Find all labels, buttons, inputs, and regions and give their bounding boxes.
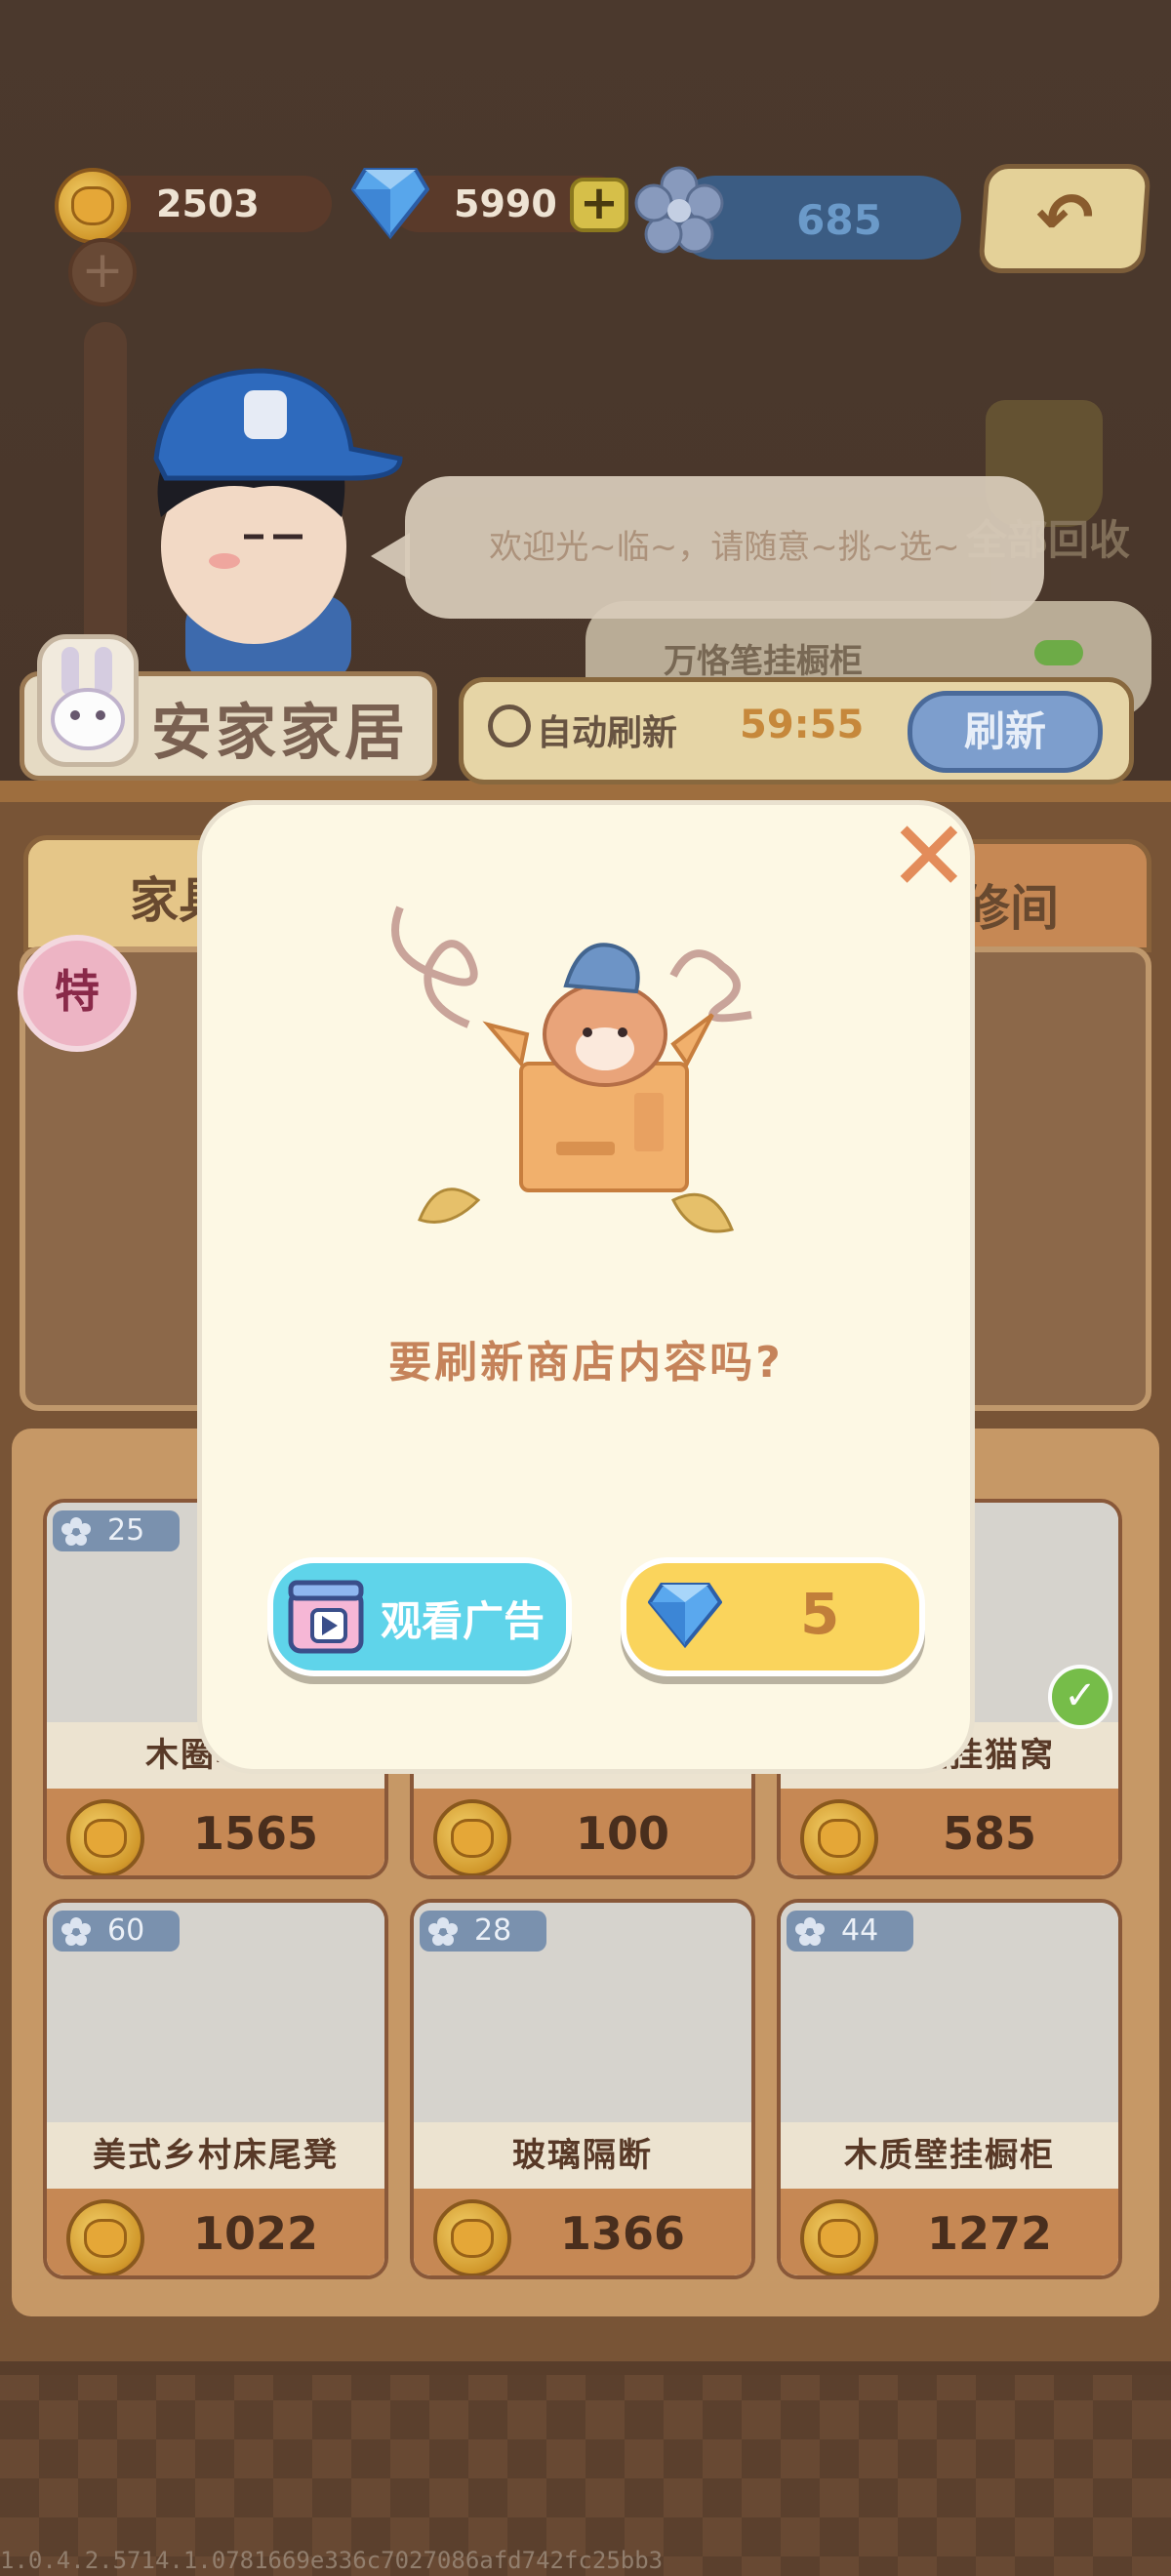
gem-icon: [647, 1581, 723, 1653]
video-ad-icon: [285, 1575, 369, 1659]
close-icon[interactable]: ✕: [888, 808, 970, 906]
build-id: 1.0.4.2.5714.1.0781669e336c7027086afd742…: [0, 2547, 664, 2574]
gem-cost: 5: [800, 1581, 840, 1647]
dialog-question: 要刷新商店内容吗?: [388, 1338, 784, 1388]
watch-ad-label: 观看广告: [381, 1597, 545, 1645]
cat-in-box-illustration: [381, 898, 771, 1282]
